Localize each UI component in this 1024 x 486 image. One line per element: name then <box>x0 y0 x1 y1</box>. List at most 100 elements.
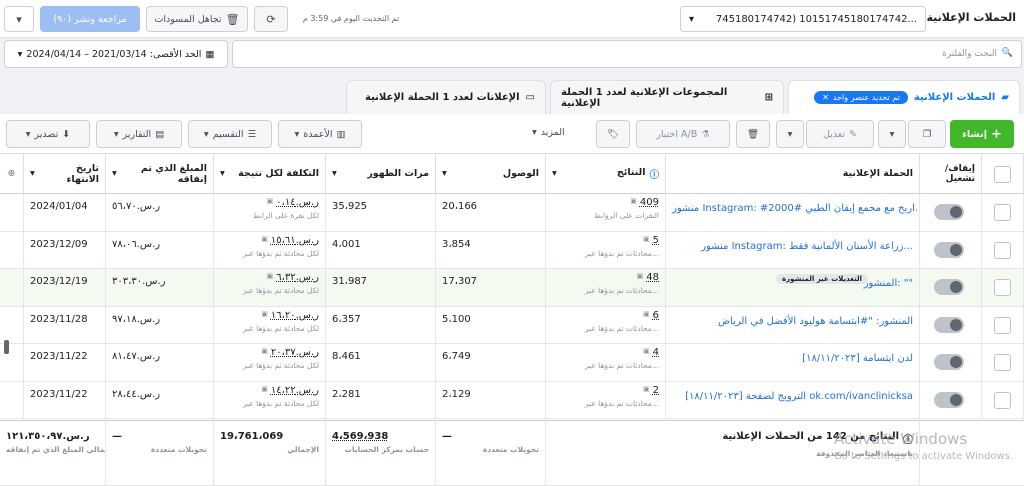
tag-button[interactable]: 🏷 <box>596 120 630 148</box>
table-row[interactable]: المنشور: "#ابتسامة هوليود الأفضل في الري… <box>0 306 1024 344</box>
campaign-name[interactable]: منشور Instagram: زراعة الأسنان الألمانية… <box>672 235 913 252</box>
campaign-toggle[interactable] <box>934 241 964 258</box>
refresh-icon: ⟳ <box>266 12 276 26</box>
table-row[interactable]: منشور Instagram: زراعة الأسنان الألمانية… <box>0 231 1024 269</box>
cost-value: ر.س.٦،٣٢ <box>276 272 319 283</box>
attribution-icon: ▣ <box>261 309 268 318</box>
header-amount-spent[interactable]: ▾ المبلغ الذي تم إنفاقه <box>106 154 214 194</box>
activate-watermark-text: Go to Settings to activate Windows. <box>834 451 1014 462</box>
campaign-toggle[interactable] <box>934 316 964 333</box>
header-end-date[interactable]: ▾ تاريخ الانتهاء <box>24 154 106 194</box>
edit-button[interactable]: تعديل ✎ <box>806 120 874 148</box>
header-reach[interactable]: ▾ الوصول <box>436 154 546 194</box>
account-selector[interactable]: ▾ 745180174742) 10151745180174742... <box>680 6 926 32</box>
header-impressions[interactable]: ▾ مرات الظهور <box>326 154 436 194</box>
breakdown-button[interactable]: ▾ التقسيم ☰ <box>188 120 272 148</box>
close-icon[interactable]: ✕ <box>822 93 829 102</box>
ab-test-button[interactable]: اختبار A/B ⚗ <box>636 120 730 148</box>
search-icon: 🔍 <box>1001 48 1013 58</box>
search-row: 🔍 البحث والفلترة ▾ الحد الأقصى: 2021/03/… <box>0 38 1024 70</box>
more-dropdown[interactable]: ▾ المزيد <box>532 127 565 138</box>
campaign-toggle[interactable] <box>934 354 964 370</box>
header-cost-per-result[interactable]: ▾ التكلفة لكل نتيجة <box>214 154 326 194</box>
reports-button[interactable]: ▾ التقارير ▤ <box>96 120 182 148</box>
campaign-name[interactable]: منشور Instagram: #اربح مع مجمع إيفان الط… <box>672 197 919 214</box>
reach-value: 17،307 <box>442 276 478 287</box>
chevron-down-icon: ▾ <box>16 12 22 26</box>
select-all-checkbox[interactable] <box>994 166 1011 183</box>
duplicate-button[interactable]: ❐ <box>908 120 946 148</box>
chevron-down-icon: ▾ <box>787 128 793 140</box>
spent-value: ر.س.٨١،٤٧ <box>112 351 161 362</box>
discard-drafts-button[interactable]: تجاهل المسودات 🗑 <box>146 6 248 32</box>
pencil-icon: ✎ <box>849 128 858 140</box>
cost-value: ر.س.١٥،٦١ <box>270 234 319 246</box>
chevron-down-icon: ▾ <box>17 48 23 60</box>
tab-ads[interactable]: الإعلانات لعدد 1 الحملة الإعلانية ▭ <box>346 80 546 114</box>
impressions-value: 31،987 <box>332 276 368 287</box>
columns-button[interactable]: ▾ الأعمدة ▥ <box>278 120 362 148</box>
edit-dropdown[interactable]: ▾ <box>776 120 804 148</box>
table-row[interactable]: المنشور: "" التعديلات غير المنشورة ▣ 48 محاد… <box>0 269 1024 307</box>
campaign-toggle[interactable] <box>934 391 964 408</box>
campaign-toggle[interactable] <box>934 279 964 295</box>
reach-value: 2،129 <box>442 388 471 400</box>
tab-campaigns[interactable]: ✕ تم تحديد عنصر واحد الحملات الإعلانية ▰ <box>788 80 1020 114</box>
calendar-icon: ▦ <box>205 48 215 60</box>
campaign-toggle[interactable] <box>934 204 964 220</box>
header-results[interactable]: ▾ النتائج ⓘ <box>546 154 666 194</box>
download-icon: ⬇ <box>62 128 71 140</box>
reach-value: 3،854 <box>442 238 471 250</box>
end-date-value: 2023/12/19 <box>30 276 88 287</box>
attribution-icon: ▣ <box>643 234 650 243</box>
top-bar: الحملات الإعلانية ▾ 745180174742) 101517… <box>0 0 1024 38</box>
row-checkbox[interactable] <box>994 354 1011 371</box>
add-column-button[interactable]: ⊕ <box>0 154 24 194</box>
end-date-value: 2023/11/22 <box>30 351 88 362</box>
row-checkbox[interactable] <box>994 204 1011 221</box>
results-sub: محادثات تم بدؤها عبر... <box>584 361 659 370</box>
table-row[interactable]: [١٨/١١/٢٠٢٣] الترويج لصفحة ok.com/ivancl… <box>0 381 1024 419</box>
results-sub: النقرات على الروابط <box>593 211 659 220</box>
row-checkbox[interactable] <box>994 316 1011 334</box>
sort-chevron-icon: ▾ <box>442 168 447 179</box>
create-button[interactable]: إنشاء + <box>950 120 1014 148</box>
header-select-all[interactable] <box>982 154 1024 194</box>
selected-chip[interactable]: ✕ تم تحديد عنصر واحد <box>814 91 908 104</box>
header-toggle: إيقاف/تشغيل <box>920 154 982 194</box>
end-date-value: 2023/11/22 <box>30 388 88 400</box>
campaign-name[interactable]: [١٨/١١/٢٠٢٣] الترويج لصفحة ok.com/ivancl… <box>672 385 913 402</box>
duplicate-dropdown[interactable]: ▾ <box>878 120 906 148</box>
table-row[interactable]: منشور Instagram: #اربح مع مجمع إيفان الط… <box>0 194 1024 232</box>
more-options-button[interactable]: ▾ <box>4 6 34 32</box>
tab-adsets[interactable]: المجموعات الإعلانية لعدد 1 الحملة الإعلا… <box>550 80 784 114</box>
refresh-button[interactable]: ⟳ <box>254 6 288 32</box>
review-publish-button[interactable]: مراجعة ونشر (٩٠) <box>40 6 140 32</box>
level-tabs: ✕ تم تحديد عنصر واحد الحملات الإعلانية ▰… <box>0 74 1024 114</box>
spent-value: ر.س.٢٨،٤٤ <box>112 388 161 400</box>
horizontal-scroll-handle[interactable] <box>4 340 9 354</box>
attribution-icon: ▣ <box>643 347 650 355</box>
table-row[interactable]: [١٨/١١/٢٠٢٣] لدن ابتسامة ▣ 4 محادثات تم بدؤ… <box>0 344 1024 382</box>
header-campaign[interactable]: الحملة الإعلانية <box>666 154 920 194</box>
totals-cost: — تحويلات متعددة <box>106 421 214 485</box>
impressions-value: 35،925 <box>332 201 368 212</box>
impressions-value: 6،357 <box>332 313 361 325</box>
plus-icon: + <box>991 126 1002 142</box>
results-sub: محادثات تم بدؤها عبر... <box>584 286 659 295</box>
campaign-name[interactable]: [١٨/١١/٢٠٢٣] لدن ابتسامة <box>672 347 913 364</box>
attribution-icon: ▣ <box>643 309 650 318</box>
export-button[interactable]: ▾ تصدير ⬇ <box>6 120 90 148</box>
totals-results: — تحويلات متعددة <box>436 421 546 485</box>
totals-spent: ر.س.١٢١،٣٥٠،٩٧ إجمالي المبلغ الذي تم إنف… <box>0 421 106 485</box>
ad-icon: ▭ <box>525 92 535 103</box>
search-input[interactable]: 🔍 البحث والفلترة <box>232 40 1022 68</box>
row-checkbox[interactable] <box>994 241 1011 259</box>
date-range-picker[interactable]: ▾ الحد الأقصى: 2021/03/14 – 2024/04/14 ▦ <box>4 40 228 68</box>
attribution-icon: ▣ <box>261 384 268 393</box>
row-checkbox[interactable] <box>994 391 1011 409</box>
row-checkbox[interactable] <box>994 279 1011 296</box>
trash-icon: 🗑 <box>225 12 240 26</box>
delete-button[interactable]: 🗑 <box>736 120 770 148</box>
campaign-name[interactable]: المنشور: "#ابتسامة هوليود الأفضل في الري… <box>672 310 913 327</box>
